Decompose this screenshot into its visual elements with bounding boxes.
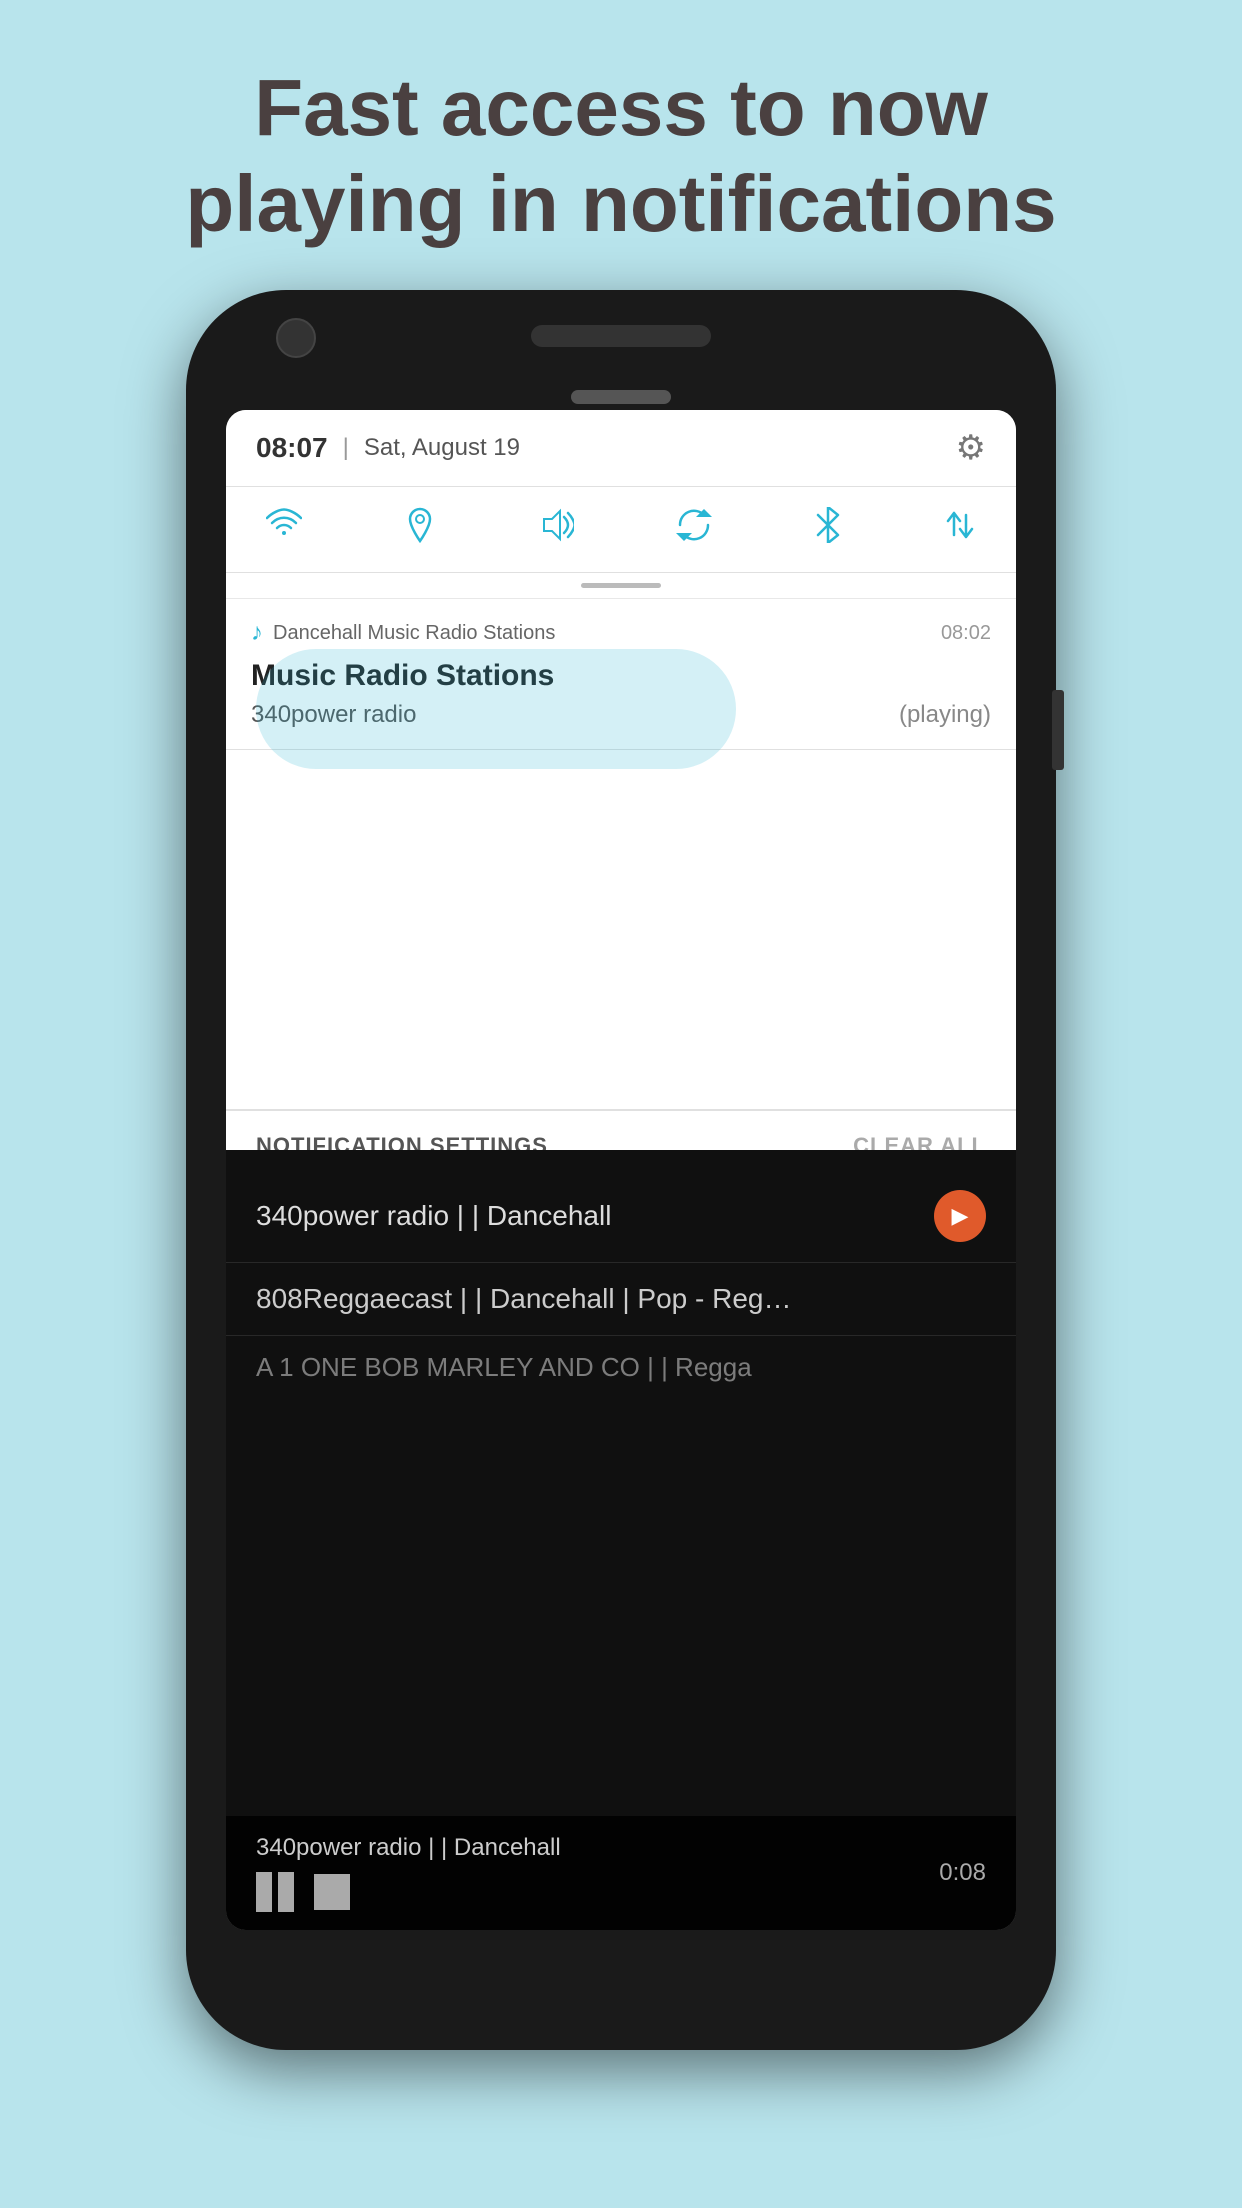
bottom-station-label: 340power radio | | Dancehall	[256, 1834, 561, 1862]
app-content: 340power radio | | Dancehall ▶ 808Reggae…	[226, 1150, 1016, 1930]
phone-screen: 08:07 | Sat, August 19 ⚙	[226, 410, 1016, 1930]
player-time: 0:08	[939, 1859, 986, 1887]
notif-app-name: Dancehall Music Radio Stations	[273, 622, 931, 645]
radio-list: 340power radio | | Dancehall ▶ 808Reggae…	[226, 1150, 1016, 1399]
header-line2: playing in notifications	[80, 156, 1162, 252]
radio-item-3-label: A 1 ONE BOB MARLEY AND CO | | Regga	[256, 1352, 752, 1382]
phone-frame: 08:07 | Sat, August 19 ⚙	[186, 290, 1056, 2050]
radio-item-3-partial[interactable]: A 1 ONE BOB MARLEY AND CO | | Regga	[226, 1336, 1016, 1399]
phone-home-btn	[571, 390, 671, 404]
drag-handle[interactable]	[226, 573, 1016, 599]
phone-camera	[276, 318, 316, 358]
notification-card[interactable]: ♪ Dancehall Music Radio Stations 08:02 M…	[226, 599, 1016, 750]
data-transfer-icon[interactable]	[944, 507, 976, 552]
play-button-1[interactable]: ▶	[934, 1190, 986, 1242]
radio-item-2-label: 808Reggaecast | | Dancehall | Pop - Reg…	[256, 1283, 791, 1315]
bluetooth-icon[interactable]	[814, 507, 842, 552]
pause-bar-2	[278, 1872, 294, 1912]
player-controls	[256, 1872, 561, 1912]
sync-icon[interactable]	[676, 507, 712, 552]
player-left: 340power radio | | Dancehall	[256, 1834, 561, 1912]
status-bar-left: 08:07 | Sat, August 19	[256, 432, 520, 464]
radio-item-1[interactable]: 340power radio | | Dancehall ▶	[226, 1170, 1016, 1263]
header-text: Fast access to now playing in notificati…	[0, 60, 1242, 252]
status-divider: |	[343, 434, 349, 462]
pause-bar-1	[256, 1872, 272, 1912]
location-icon[interactable]	[404, 507, 436, 552]
notif-empty-area	[226, 750, 1016, 1110]
notif-subtitle-row: 340power radio (playing)	[251, 701, 991, 729]
notif-title: Music Radio Stations	[251, 659, 991, 693]
notif-timestamp: 08:02	[941, 622, 991, 645]
radio-item-1-label: 340power radio | | Dancehall	[256, 1200, 611, 1232]
notif-status: (playing)	[899, 701, 991, 729]
status-bar: 08:07 | Sat, August 19 ⚙	[226, 410, 1016, 487]
header-line1: Fast access to now	[80, 60, 1162, 156]
status-date: Sat, August 19	[364, 434, 520, 462]
status-time: 08:07	[256, 432, 328, 464]
volume-icon[interactable]	[538, 507, 574, 552]
bottom-player: 340power radio | | Dancehall 0:08	[226, 1816, 1016, 1930]
quick-settings-row	[226, 487, 1016, 573]
notif-app-icon: ♪	[251, 619, 263, 647]
wifi-icon[interactable]	[266, 507, 302, 552]
notif-station: 340power radio	[251, 701, 416, 729]
stop-button[interactable]	[314, 1874, 350, 1910]
pause-button[interactable]	[256, 1872, 294, 1912]
radio-item-2[interactable]: 808Reggaecast | | Dancehall | Pop - Reg…	[226, 1263, 1016, 1336]
settings-gear-icon[interactable]: ⚙	[956, 428, 986, 468]
phone-speaker	[531, 325, 711, 347]
notif-header-row: ♪ Dancehall Music Radio Stations 08:02	[251, 619, 991, 647]
phone-side-button	[1052, 690, 1064, 770]
drag-line	[581, 583, 661, 588]
